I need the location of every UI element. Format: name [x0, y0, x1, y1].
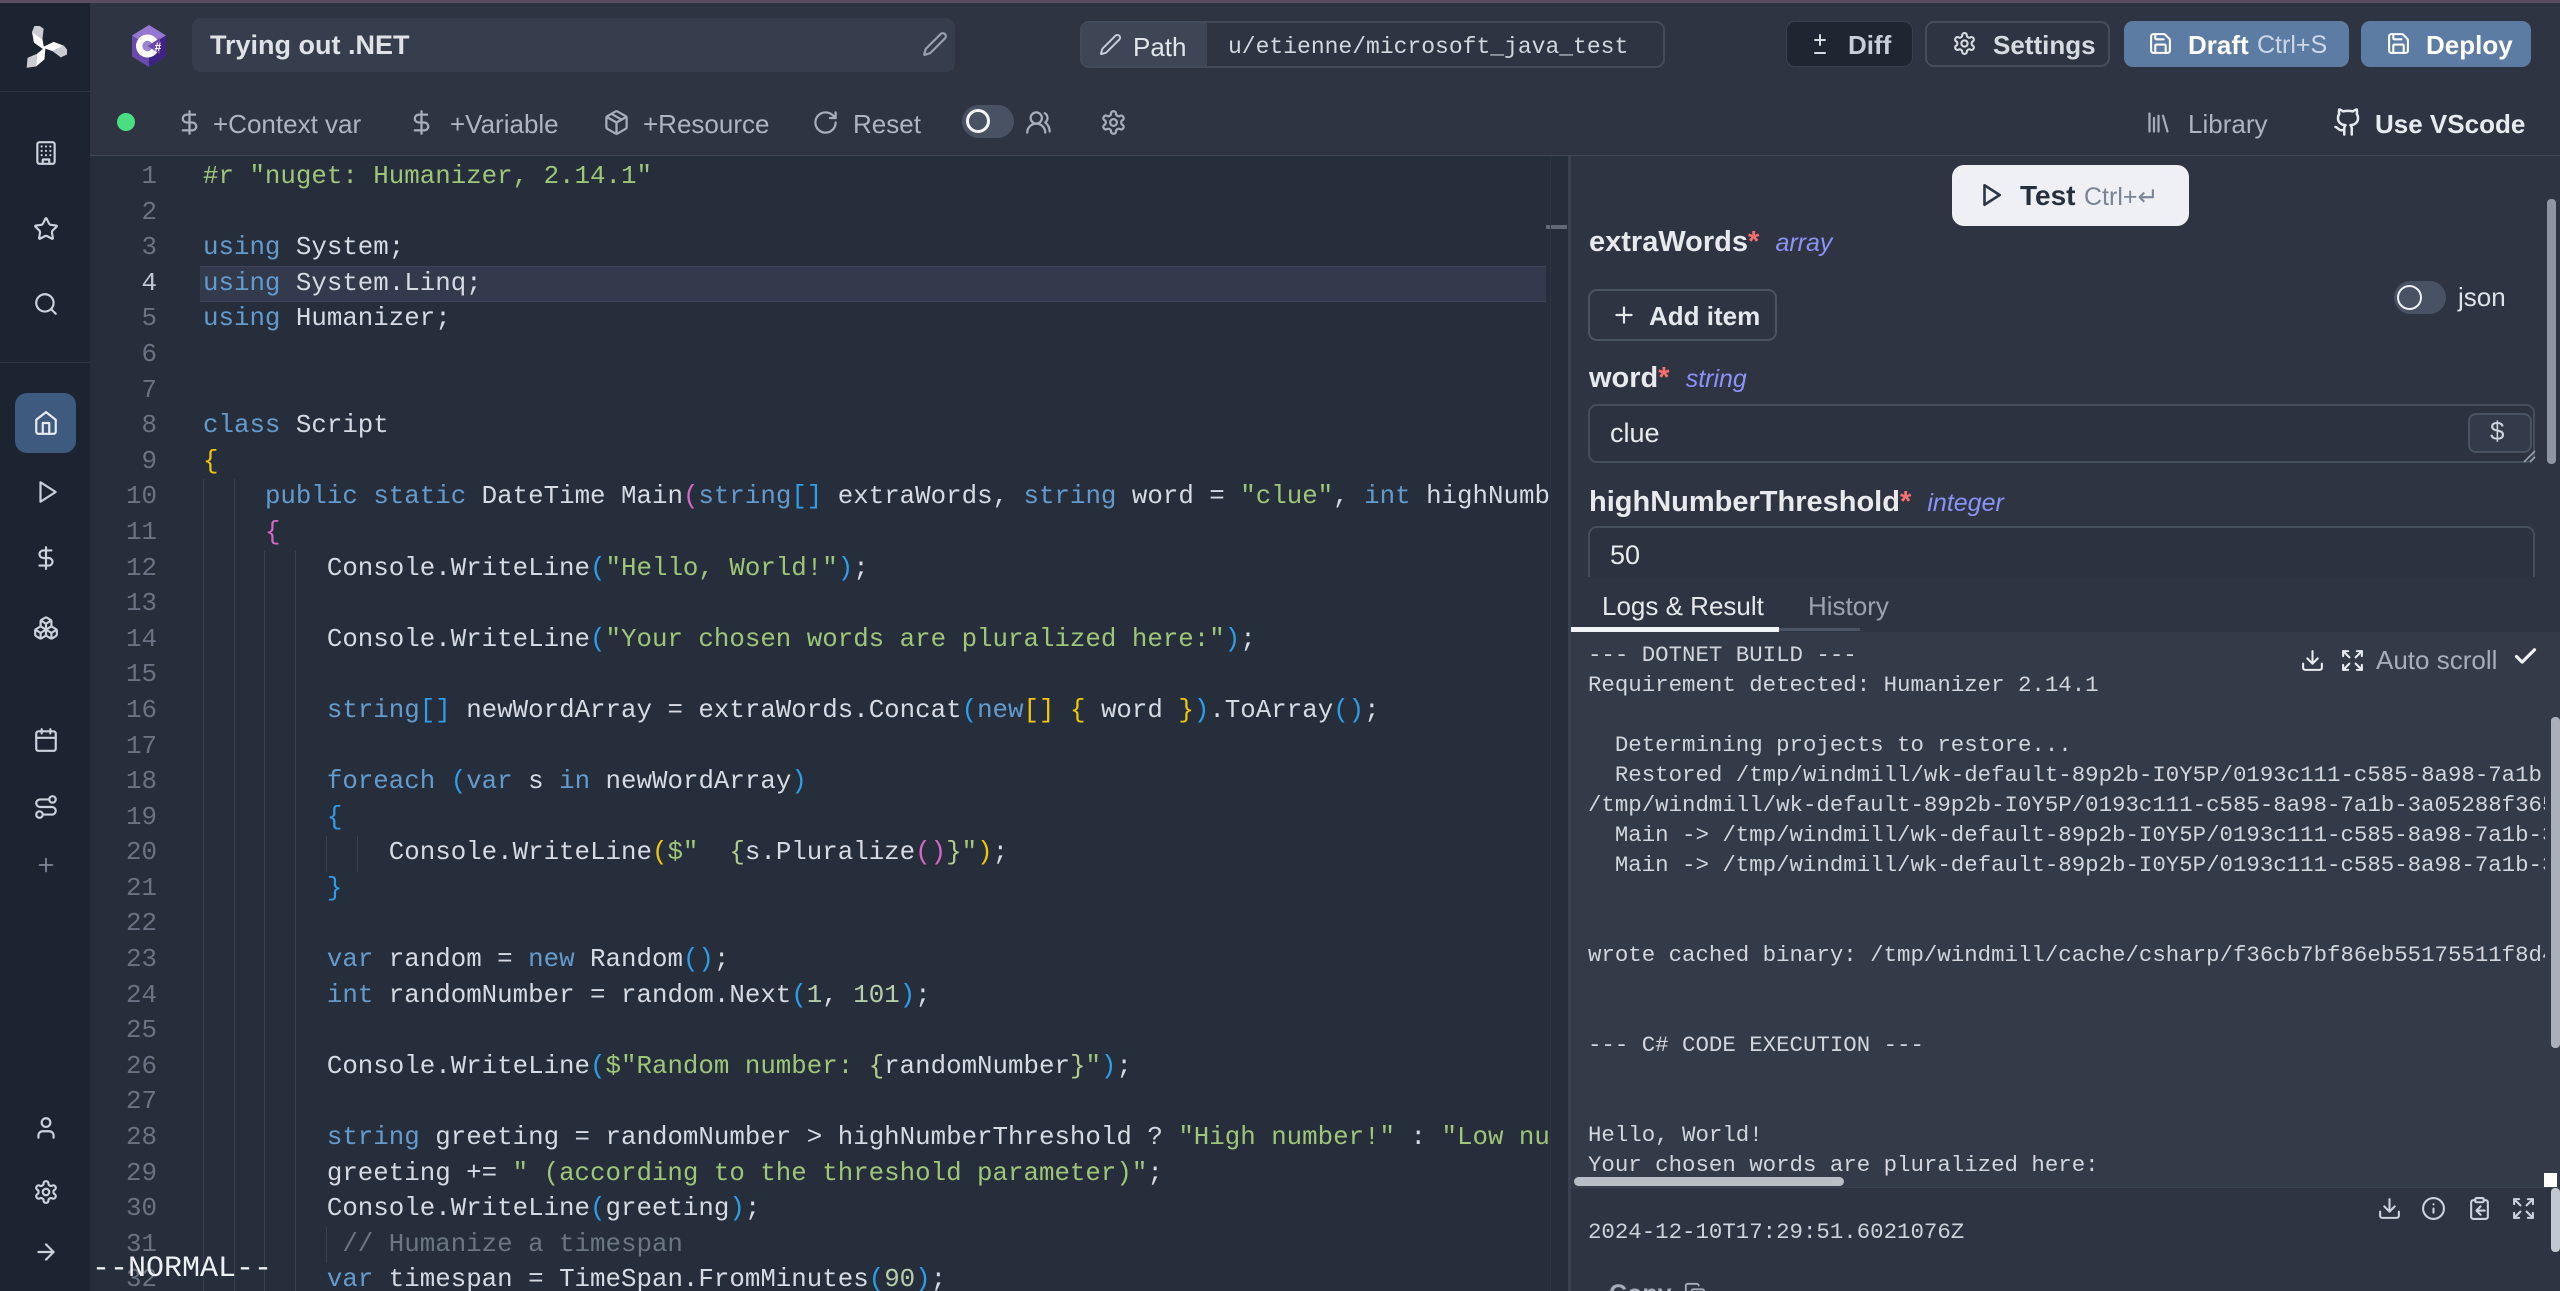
svg-text:#: # [155, 40, 162, 54]
